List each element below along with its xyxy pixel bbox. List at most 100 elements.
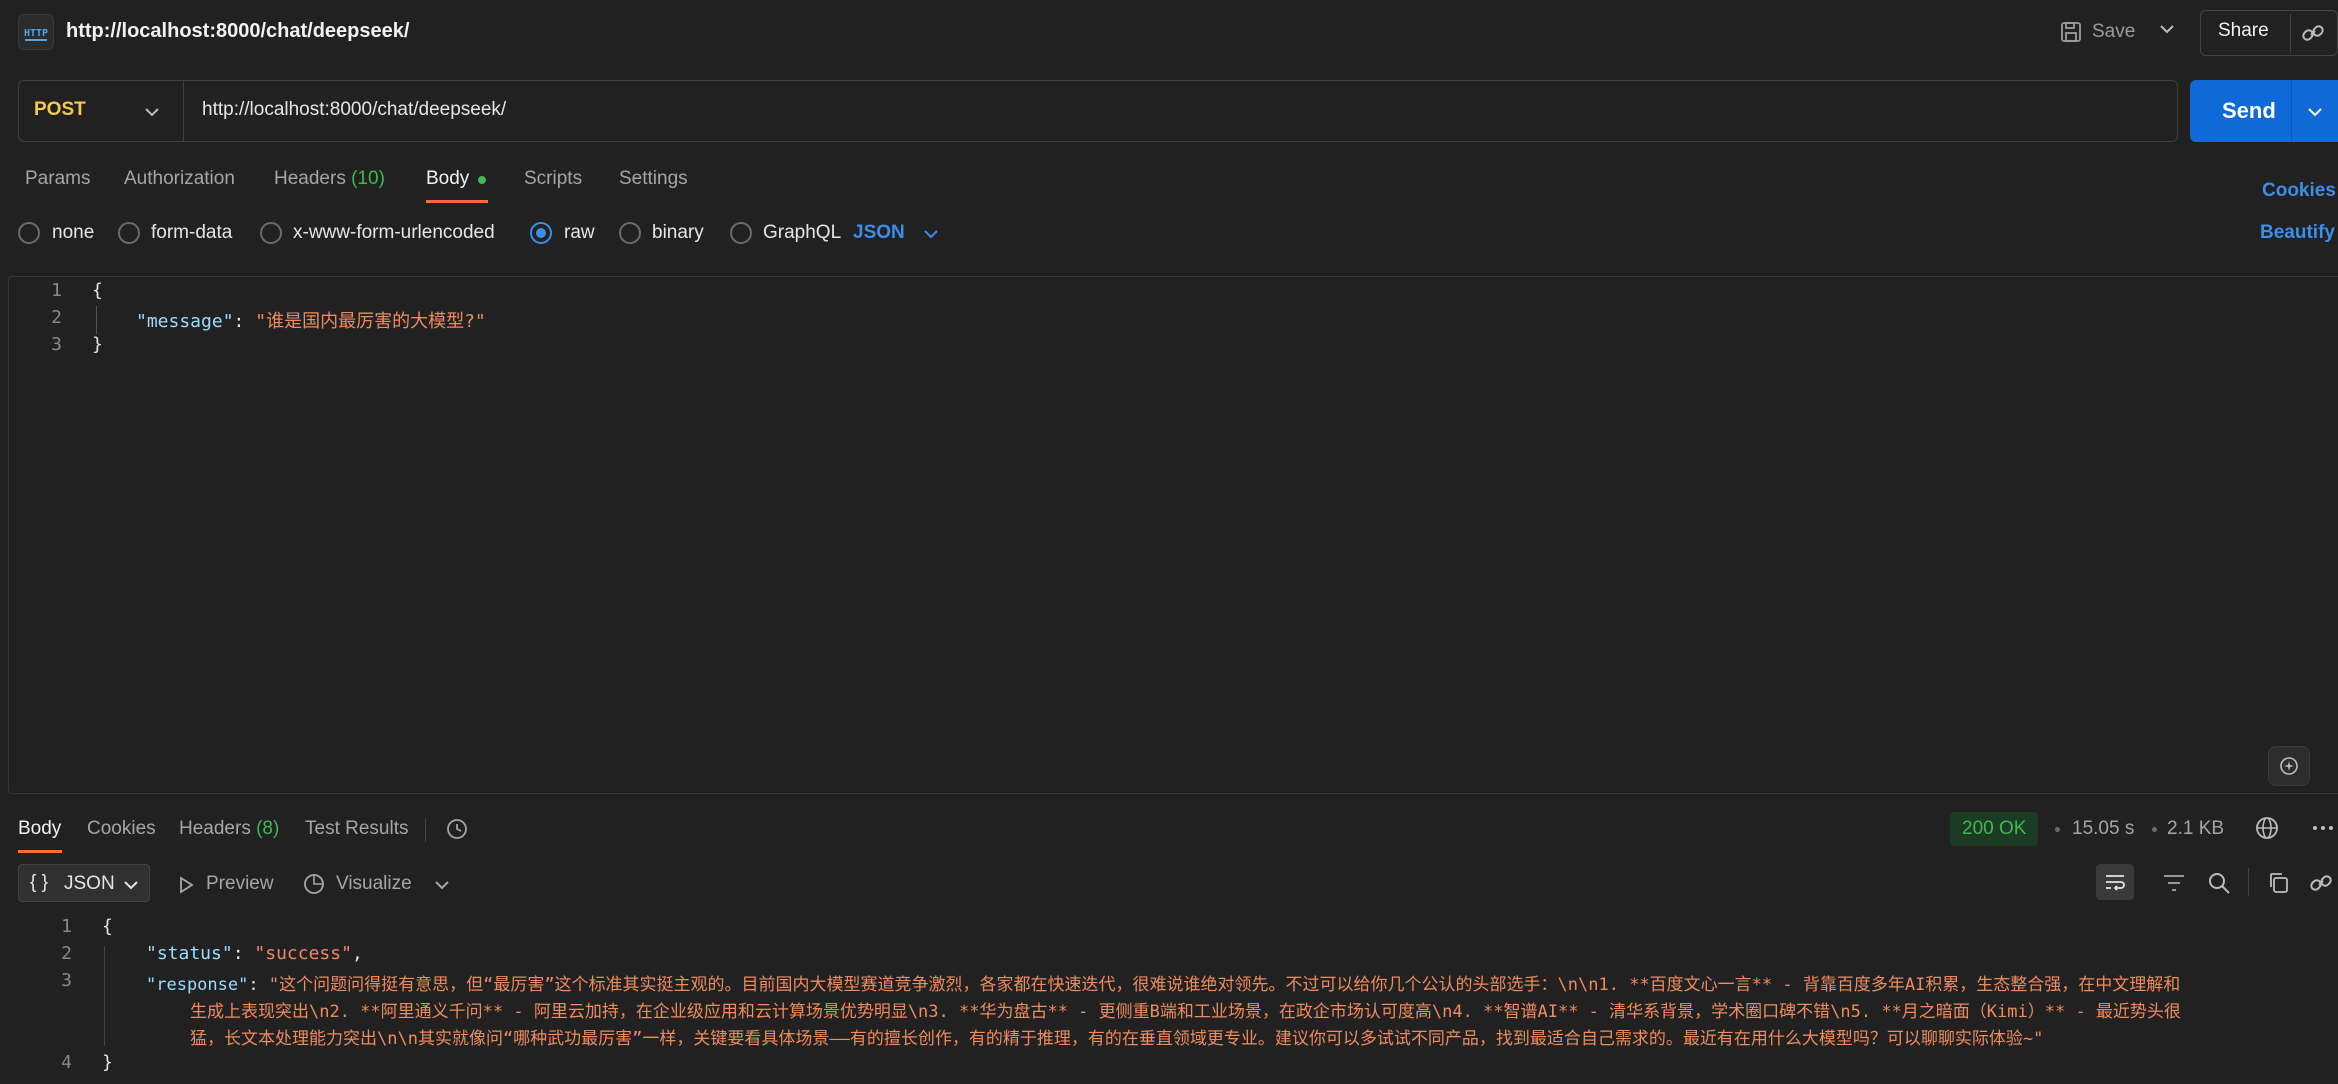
response-tab-cookies[interactable]: Cookies <box>87 818 156 840</box>
json-string-wrapped: 猛，长文本处理能力突出\n\n其实就像问“哪种武功最厉害”一样，关键要看具体场景… <box>190 1029 2044 1049</box>
tab-params[interactable]: Params <box>25 168 90 190</box>
editor-assist-button[interactable] <box>2268 746 2310 786</box>
json-key: "response" <box>146 975 249 995</box>
wrap-lines-button[interactable] <box>2096 864 2134 900</box>
divider <box>2291 80 2292 142</box>
radio-urlencoded[interactable] <box>260 222 282 244</box>
radio-label[interactable]: x-www-form-urlencoded <box>293 222 495 244</box>
tab-label: Headers <box>179 818 251 839</box>
radio-form-data[interactable] <box>118 222 140 244</box>
chevron-down-icon[interactable] <box>922 225 940 243</box>
request-title[interactable]: http://localhost:8000/chat/deepseek/ <box>66 20 409 43</box>
divider <box>2290 14 2291 52</box>
json-colon: : <box>233 311 256 332</box>
history-icon[interactable] <box>444 816 470 842</box>
more-icon[interactable] <box>2310 815 2336 841</box>
sparkle-icon <box>2280 757 2298 775</box>
code-line: "response": "这个问题问得挺有意思，但“最厉害”这个标准其实挺主观的… <box>146 975 2181 995</box>
divider <box>425 818 426 842</box>
json-string: "谁是国内最厉害的大模型?" <box>255 311 486 332</box>
json-key: "status" <box>146 943 233 964</box>
separator-dot <box>2055 827 2060 832</box>
link-icon[interactable] <box>2300 20 2326 46</box>
raw-format-select[interactable]: JSON <box>853 222 905 244</box>
search-icon[interactable] <box>2206 870 2232 896</box>
code-line: "message": "谁是国内最厉害的大模型?" <box>136 307 486 333</box>
tab-scripts[interactable]: Scripts <box>524 168 582 190</box>
json-string: "success" <box>254 943 352 964</box>
line-number: 3 <box>61 970 72 991</box>
format-label[interactable]: JSON <box>64 873 115 895</box>
separator-dot <box>2152 827 2157 832</box>
link-icon[interactable] <box>2308 870 2334 896</box>
code-brace: { <box>92 280 103 301</box>
radio-label[interactable]: binary <box>652 222 704 244</box>
status-badge[interactable]: 200 OK <box>1950 812 2039 846</box>
radio-label[interactable]: raw <box>564 222 595 244</box>
tab-label: Headers <box>274 168 346 189</box>
filter-icon[interactable] <box>2162 872 2186 894</box>
chevron-down-icon[interactable] <box>2305 102 2325 122</box>
svg-text:HTTP: HTTP <box>24 28 48 39</box>
code-brace: { <box>102 916 113 937</box>
method-select[interactable]: POST <box>34 99 86 121</box>
request-body-editor[interactable] <box>8 276 2338 794</box>
line-number: 2 <box>61 943 72 964</box>
json-string-wrapped: 生成上表现突出\n2. **阿里通义千问** - 阿里云加持，在企业级应用和云计… <box>190 1002 2181 1022</box>
radio-label[interactable]: GraphQL <box>763 222 841 244</box>
play-icon <box>180 876 194 894</box>
divider <box>2248 868 2249 896</box>
tab-settings[interactable]: Settings <box>619 168 688 190</box>
radio-label[interactable]: form-data <box>151 222 232 244</box>
count-badge: (10) <box>351 168 385 189</box>
code-brace: } <box>92 334 103 355</box>
modified-indicator <box>478 176 486 184</box>
json-key: "message" <box>136 311 234 332</box>
radio-graphql[interactable] <box>730 222 752 244</box>
wrap-icon <box>2106 875 2125 891</box>
tab-headers[interactable]: Headers (10) <box>274 168 385 190</box>
save-icon <box>2061 22 2081 42</box>
send-label[interactable]: Send <box>2222 98 2276 124</box>
save-button[interactable]: Save <box>2060 14 2135 50</box>
count-badge: (8) <box>256 818 280 839</box>
active-tab-underline <box>426 200 488 203</box>
chevron-down-icon[interactable] <box>433 876 451 894</box>
globe-icon[interactable] <box>2254 815 2280 841</box>
radio-label[interactable]: none <box>52 222 94 244</box>
copy-icon[interactable] <box>2266 870 2292 896</box>
response-tab-headers[interactable]: Headers (8) <box>179 818 279 840</box>
radio-raw[interactable] <box>530 222 552 244</box>
tab-authorization[interactable]: Authorization <box>124 168 235 190</box>
share-button[interactable]: Share <box>2218 20 2269 42</box>
line-number: 1 <box>61 916 72 937</box>
response-tab-body[interactable]: Body <box>18 818 61 840</box>
preview-button[interactable]: Preview <box>206 873 274 895</box>
response-size[interactable]: 2.1 KB <box>2167 818 2224 840</box>
chevron-down-icon[interactable] <box>142 102 162 122</box>
line-number: 1 <box>51 280 62 301</box>
response-tab-test-results[interactable]: Test Results <box>305 818 408 840</box>
save-label: Save <box>2092 21 2136 42</box>
url-input[interactable] <box>202 99 2102 121</box>
chevron-down-icon[interactable] <box>2156 18 2178 40</box>
radio-none[interactable] <box>18 222 40 244</box>
cookies-link[interactable]: Cookies <box>2262 180 2336 202</box>
indent-guide <box>104 946 105 1046</box>
chevron-down-icon[interactable] <box>122 876 140 894</box>
beautify-link[interactable]: Beautify <box>2260 222 2335 244</box>
active-tab-underline <box>18 850 62 853</box>
line-number: 3 <box>51 334 62 355</box>
response-time[interactable]: 15.05 s <box>2072 818 2134 840</box>
radio-binary[interactable] <box>619 222 641 244</box>
line-number: 2 <box>51 307 62 328</box>
line-number: 4 <box>61 1052 72 1073</box>
code-line: "status": "success", <box>146 943 363 964</box>
code-brace: } <box>102 1052 113 1073</box>
divider <box>183 81 184 141</box>
tab-body[interactable]: Body <box>426 168 469 190</box>
indent-guide <box>96 306 97 334</box>
http-file-icon: HTTP <box>18 14 54 50</box>
visualize-button[interactable]: Visualize <box>336 873 412 895</box>
visualize-icon <box>304 874 324 894</box>
